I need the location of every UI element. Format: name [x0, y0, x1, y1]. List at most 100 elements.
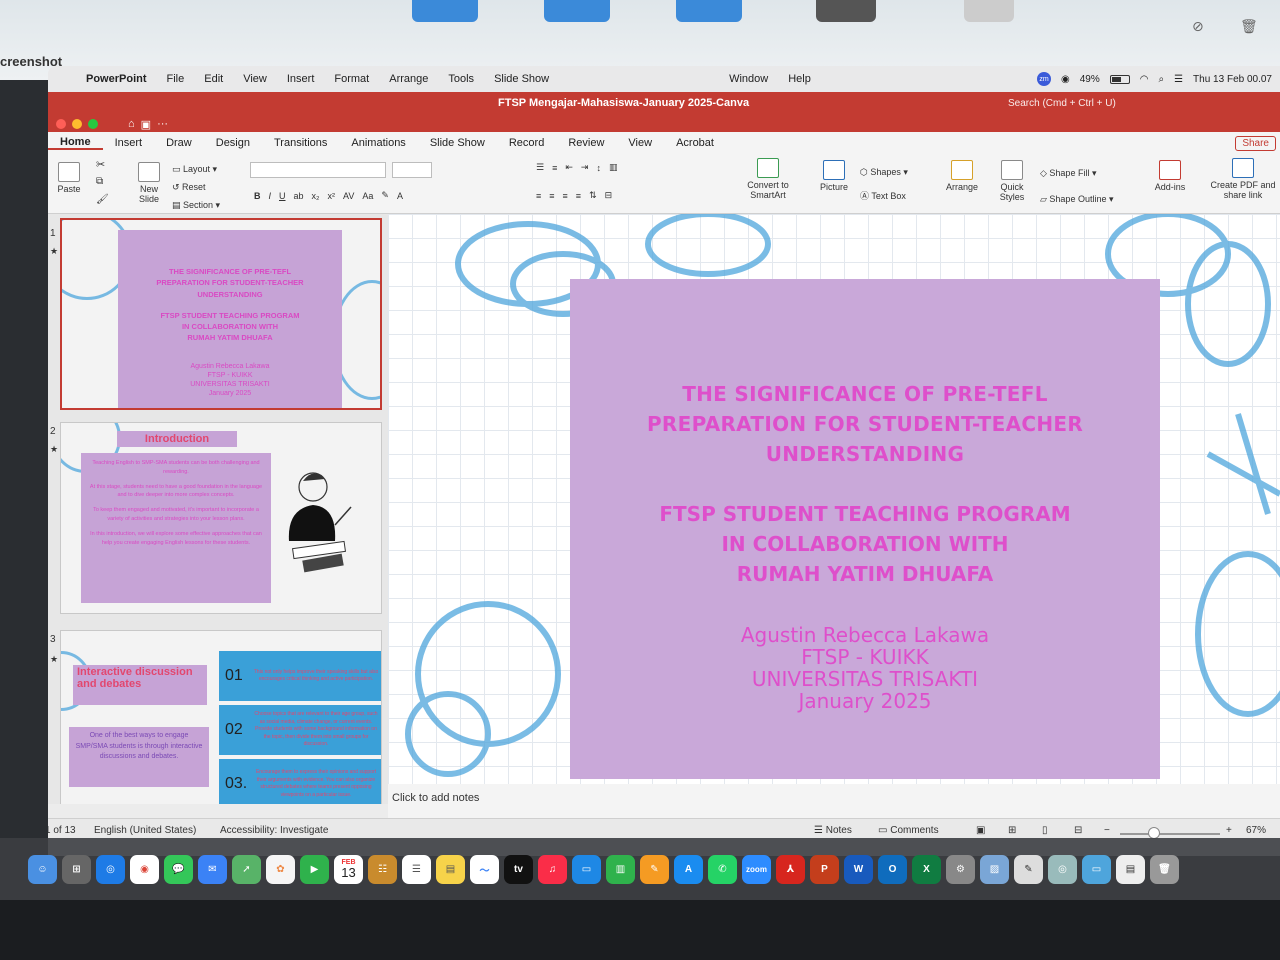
slide-author-block[interactable]: Agustin Rebecca Lakawa FTSP - KUIKK UNIV… [570, 624, 1160, 712]
mail-icon[interactable]: ✉ [198, 854, 227, 884]
whatsapp-icon[interactable]: ✆ [708, 854, 737, 884]
menu-help[interactable]: Help [778, 73, 821, 85]
tab-animations[interactable]: Animations [339, 137, 417, 149]
menu-slide-show[interactable]: Slide Show [484, 73, 559, 85]
close-window-button[interactable] [56, 119, 66, 129]
tab-draw[interactable]: Draw [154, 137, 204, 149]
numbers-icon[interactable]: ▥ [606, 854, 635, 884]
desktop-file-icon[interactable] [964, 0, 1014, 22]
format-painter-icon[interactable]: 🖌 [96, 194, 109, 205]
title-slide-card[interactable]: THE SIGNIFICANCE OF PRE-TEFL PREPARATION… [570, 279, 1160, 779]
slide-thumbnail-2[interactable]: Introduction Teaching English to SMP-SMA… [60, 422, 382, 614]
reading-view-icon[interactable]: ▯ [1042, 825, 1048, 836]
picture-button[interactable]: Picture [816, 160, 852, 192]
zoom-slider[interactable] [1120, 833, 1220, 835]
text-box-button[interactable]: Ⓐ Text Box [860, 184, 908, 208]
acrobat-icon[interactable]: ⅄ [776, 854, 805, 884]
music-icon[interactable]: ♫ [538, 854, 567, 884]
align-center-icon[interactable]: ≡ [549, 191, 554, 201]
slide-thumbnail-1[interactable]: THE SIGNIFICANCE OF PRE-TEFL PREPARATION… [60, 218, 382, 410]
change-case-icon[interactable]: Aa [362, 191, 373, 201]
tab-slide-show[interactable]: Slide Show [418, 137, 497, 149]
tab-record[interactable]: Record [497, 137, 556, 149]
excel-icon[interactable]: X [912, 854, 941, 884]
superscript-icon[interactable]: x² [328, 191, 336, 201]
spotlight-icon[interactable]: ⌕ [1158, 74, 1164, 85]
notes-pane[interactable]: Click to add notes [388, 784, 1280, 818]
downloads-folder-icon[interactable]: ▭ [1082, 854, 1111, 884]
create-pdf-button[interactable]: Create PDF and share link [1208, 158, 1278, 200]
save-icon[interactable]: ▣ [141, 118, 151, 131]
home-icon[interactable]: ⌂ [128, 118, 135, 130]
finder-icon[interactable]: ☺ [28, 854, 57, 884]
system-settings-icon[interactable]: ⚙ [946, 854, 975, 884]
share-button[interactable]: Share [1235, 135, 1276, 151]
new-slide-button[interactable]: New Slide [132, 162, 166, 204]
chrome-icon[interactable]: ◉ [130, 854, 159, 884]
numbering-icon[interactable]: ≡ [552, 163, 557, 173]
zoom-out-icon[interactable]: ⊘ [1192, 18, 1204, 35]
tab-review[interactable]: Review [556, 137, 616, 149]
menu-insert[interactable]: Insert [277, 73, 325, 85]
menu-window[interactable]: Window [719, 73, 778, 85]
zoom-level[interactable]: 67% [1246, 825, 1266, 836]
paste-button[interactable]: Paste [54, 162, 84, 194]
desktop-folder-icon[interactable] [676, 0, 742, 22]
desktop-folder-icon[interactable] [412, 0, 478, 22]
menu-app-name[interactable]: PowerPoint [76, 73, 157, 85]
tab-home[interactable]: Home [48, 136, 103, 150]
subscript-icon[interactable]: x₂ [312, 191, 320, 201]
notes-app-icon[interactable]: ▤ [436, 854, 465, 884]
control-icon[interactable]: ◉ [1061, 74, 1070, 85]
keynote-icon[interactable]: ▭ [572, 854, 601, 884]
quicktime-icon[interactable]: ◎ [1048, 854, 1077, 884]
menu-format[interactable]: Format [324, 73, 379, 85]
convert-smartart-button[interactable]: Convert to SmartArt [742, 158, 794, 200]
minimize-window-button[interactable] [72, 119, 82, 129]
menu-view[interactable]: View [233, 73, 277, 85]
zoom-window-button[interactable] [88, 119, 98, 129]
outlook-icon[interactable]: O [878, 854, 907, 884]
trash-dock-icon[interactable]: 🗑 [1150, 854, 1179, 884]
slide-thumbnail-3[interactable]: Interactive discussion and debates One o… [60, 630, 382, 804]
search-input[interactable]: Search (Cmd + Ctrl + U) [1008, 98, 1116, 109]
comments-button[interactable]: ▭ Comments [878, 825, 939, 836]
slide-canvas[interactable]: THE SIGNIFICANCE OF PRE-TEFL PREPARATION… [388, 214, 1280, 784]
apple-tv-icon[interactable]: tv [504, 854, 533, 884]
slide-subtitle[interactable]: FTSP STUDENT TEACHING PROGRAM IN COLLABO… [570, 499, 1160, 589]
slide-title[interactable]: THE SIGNIFICANCE OF PRE-TEFL PREPARATION… [570, 379, 1160, 469]
text-direction-icon[interactable]: ⇅ [589, 190, 597, 201]
shapes-button[interactable]: ⬡ Shapes ▾ [860, 160, 908, 184]
preview-icon[interactable]: ▨ [980, 854, 1009, 884]
font-size-select[interactable] [392, 162, 432, 178]
cut-icon[interactable]: ✂ [96, 158, 105, 171]
tab-view[interactable]: View [616, 137, 664, 149]
calendar-icon[interactable]: FEB 13 [334, 854, 363, 884]
app-store-icon[interactable]: A [674, 854, 703, 884]
shape-outline-button[interactable]: ▱ Shape Outline ▾ [1040, 186, 1114, 212]
slideshow-icon[interactable]: ⊟ [1074, 825, 1082, 836]
wifi-icon[interactable]: ◠ [1140, 74, 1149, 85]
reminders-icon[interactable]: ☰ [402, 854, 431, 884]
align-text-icon[interactable]: ⊟ [605, 190, 613, 201]
clock[interactable]: Thu 13 Feb 00.07 [1193, 74, 1272, 85]
photos-icon[interactable]: ✿ [266, 854, 295, 884]
zoom-in-button[interactable]: + [1226, 825, 1232, 836]
trash-icon[interactable]: 🗑 [1240, 18, 1258, 35]
language-status[interactable]: English (United States) [94, 825, 196, 836]
highlight-icon[interactable]: ✎ [381, 190, 389, 201]
italic-icon[interactable]: I [269, 191, 272, 201]
slide-sorter-icon[interactable]: ⊞ [1008, 825, 1016, 836]
strikethrough-icon[interactable]: ab [294, 191, 304, 201]
zoom-icon[interactable]: zoom [742, 854, 771, 884]
powerpoint-icon[interactable]: P [810, 854, 839, 884]
reset-button[interactable]: ↺ Reset [172, 178, 220, 196]
desktop-folder-icon[interactable] [544, 0, 610, 22]
columns-icon[interactable]: ▥ [609, 162, 618, 173]
tab-transitions[interactable]: Transitions [262, 137, 339, 149]
safari-icon[interactable]: ◎ [96, 854, 125, 884]
quick-styles-button[interactable]: Quick Styles [992, 160, 1032, 202]
bold-icon[interactable]: B [254, 191, 261, 201]
arrange-button[interactable]: Arrange [942, 160, 982, 192]
font-color-icon[interactable]: A [397, 191, 403, 201]
